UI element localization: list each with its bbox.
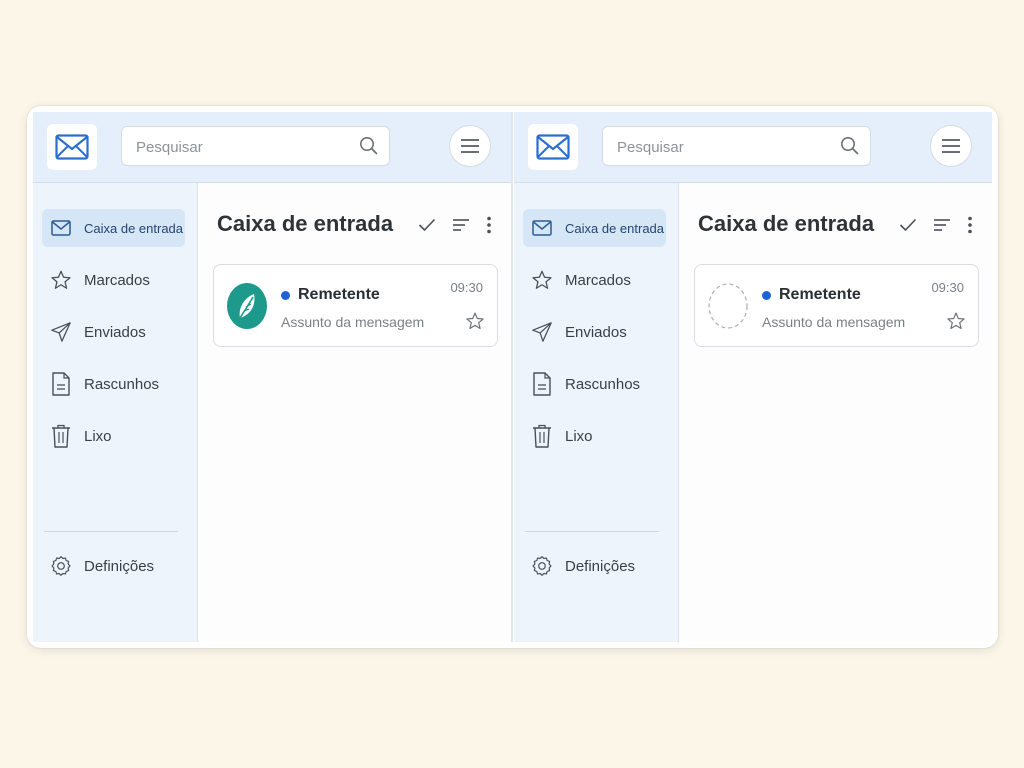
check-icon[interactable] xyxy=(417,215,437,235)
sidebar: Caixa de entrada Marcados Enviados Rascu… xyxy=(514,183,679,642)
sidebar-item-starred[interactable]: Marcados xyxy=(523,261,666,299)
sidebar-item-label: Caixa de entrada xyxy=(565,220,665,236)
sidebar-item-label: Enviados xyxy=(84,323,146,341)
sort-icon[interactable] xyxy=(451,215,471,235)
gear-icon xyxy=(531,555,553,577)
message-subject: Assunto da mensagem xyxy=(281,314,425,330)
menu-button[interactable] xyxy=(930,125,972,167)
sort-icon[interactable] xyxy=(932,215,952,235)
sidebar-item-settings[interactable]: Definições xyxy=(42,547,185,585)
sidebar-item-label: Marcados xyxy=(84,271,150,289)
mail-icon xyxy=(50,217,72,239)
trash-icon xyxy=(50,424,72,448)
mail-app-pane-right: Caixa de entrada Marcados Enviados Rascu… xyxy=(514,112,992,642)
leaf-avatar-icon xyxy=(227,283,267,329)
menu-button[interactable] xyxy=(449,125,491,167)
page-title: Caixa de entrada xyxy=(217,211,394,236)
message-time: 09:30 xyxy=(931,280,964,295)
sidebar-item-starred[interactable]: Marcados xyxy=(42,261,185,299)
sidebar-divider xyxy=(44,531,178,532)
sidebar-item-label: Rascunhos xyxy=(84,375,160,393)
sidebar-item-label: Rascunhos xyxy=(565,375,641,393)
sidebar-item-sent[interactable]: Enviados xyxy=(523,313,666,351)
unread-indicator xyxy=(281,291,290,300)
search-icon[interactable] xyxy=(840,136,860,156)
search-input[interactable] xyxy=(603,127,849,167)
search-icon[interactable] xyxy=(359,136,379,156)
trash-icon xyxy=(531,424,553,448)
page-title: Caixa de entrada xyxy=(698,211,875,236)
sidebar: Caixa de entrada Marcados Enviados Rascu… xyxy=(33,183,198,642)
sidebar-item-label: Caixa de entrada xyxy=(84,220,184,236)
mail-app-pane-left: Caixa de entrada Marcados Enviados Rascu… xyxy=(33,112,511,642)
app-logo[interactable] xyxy=(528,124,578,170)
search-box xyxy=(121,126,390,167)
sidebar-item-label: Marcados xyxy=(565,271,631,289)
sidebar-item-trash[interactable]: Lixo xyxy=(523,417,666,455)
gear-icon xyxy=(50,555,72,577)
message-list-area: Caixa de entrada Remetente Assunto da me… xyxy=(679,183,992,642)
sender-avatar xyxy=(707,282,749,330)
send-icon xyxy=(531,321,553,343)
sidebar-item-label: Enviados xyxy=(565,323,627,341)
sender-avatar xyxy=(226,282,268,330)
more-options-icon[interactable] xyxy=(960,215,980,235)
message-list-item[interactable]: Remetente Assunto da mensagem 09:30 xyxy=(213,264,498,347)
sidebar-item-drafts[interactable]: Rascunhos xyxy=(42,365,185,403)
mail-logo-icon xyxy=(55,134,89,160)
sidebar-item-label: Lixo xyxy=(565,427,593,445)
pane-divider xyxy=(511,112,513,642)
check-icon[interactable] xyxy=(898,215,918,235)
hamburger-icon xyxy=(942,139,960,153)
empty-avatar-placeholder-icon xyxy=(708,283,748,329)
star-toggle-icon[interactable] xyxy=(465,311,485,331)
app-header xyxy=(514,112,992,183)
send-icon xyxy=(50,321,72,343)
star-toggle-icon[interactable] xyxy=(946,311,966,331)
comparison-card: Caixa de entrada Marcados Enviados Rascu… xyxy=(27,106,998,648)
sidebar-item-inbox[interactable]: Caixa de entrada xyxy=(42,209,185,247)
sidebar-item-label: Definições xyxy=(84,557,155,575)
sidebar-item-sent[interactable]: Enviados xyxy=(42,313,185,351)
sidebar-item-settings[interactable]: Definições xyxy=(523,547,666,585)
message-subject: Assunto da mensagem xyxy=(762,314,906,330)
message-time: 09:30 xyxy=(450,280,483,295)
sidebar-item-trash[interactable]: Lixo xyxy=(42,417,185,455)
draft-icon xyxy=(531,372,553,396)
app-logo[interactable] xyxy=(47,124,97,170)
sidebar-item-drafts[interactable]: Rascunhos xyxy=(523,365,666,403)
search-box xyxy=(602,126,871,167)
mail-logo-icon xyxy=(536,134,570,160)
app-header xyxy=(33,112,511,183)
message-sender: Remetente xyxy=(298,286,380,303)
unread-indicator xyxy=(762,291,771,300)
sidebar-item-label: Definições xyxy=(565,557,636,575)
more-options-icon[interactable] xyxy=(479,215,499,235)
mail-icon xyxy=(531,217,553,239)
draft-icon xyxy=(50,372,72,396)
hamburger-icon xyxy=(461,139,479,153)
message-list-item[interactable]: Remetente Assunto da mensagem 09:30 xyxy=(694,264,979,347)
message-list-area: Caixa de entrada Remetente Assunto da me… xyxy=(198,183,511,642)
star-icon xyxy=(531,269,553,291)
sidebar-item-inbox[interactable]: Caixa de entrada xyxy=(523,209,666,247)
sidebar-item-label: Lixo xyxy=(84,427,112,445)
star-icon xyxy=(50,269,72,291)
search-input[interactable] xyxy=(122,127,368,167)
sidebar-divider xyxy=(525,531,659,532)
message-sender: Remetente xyxy=(779,286,861,303)
